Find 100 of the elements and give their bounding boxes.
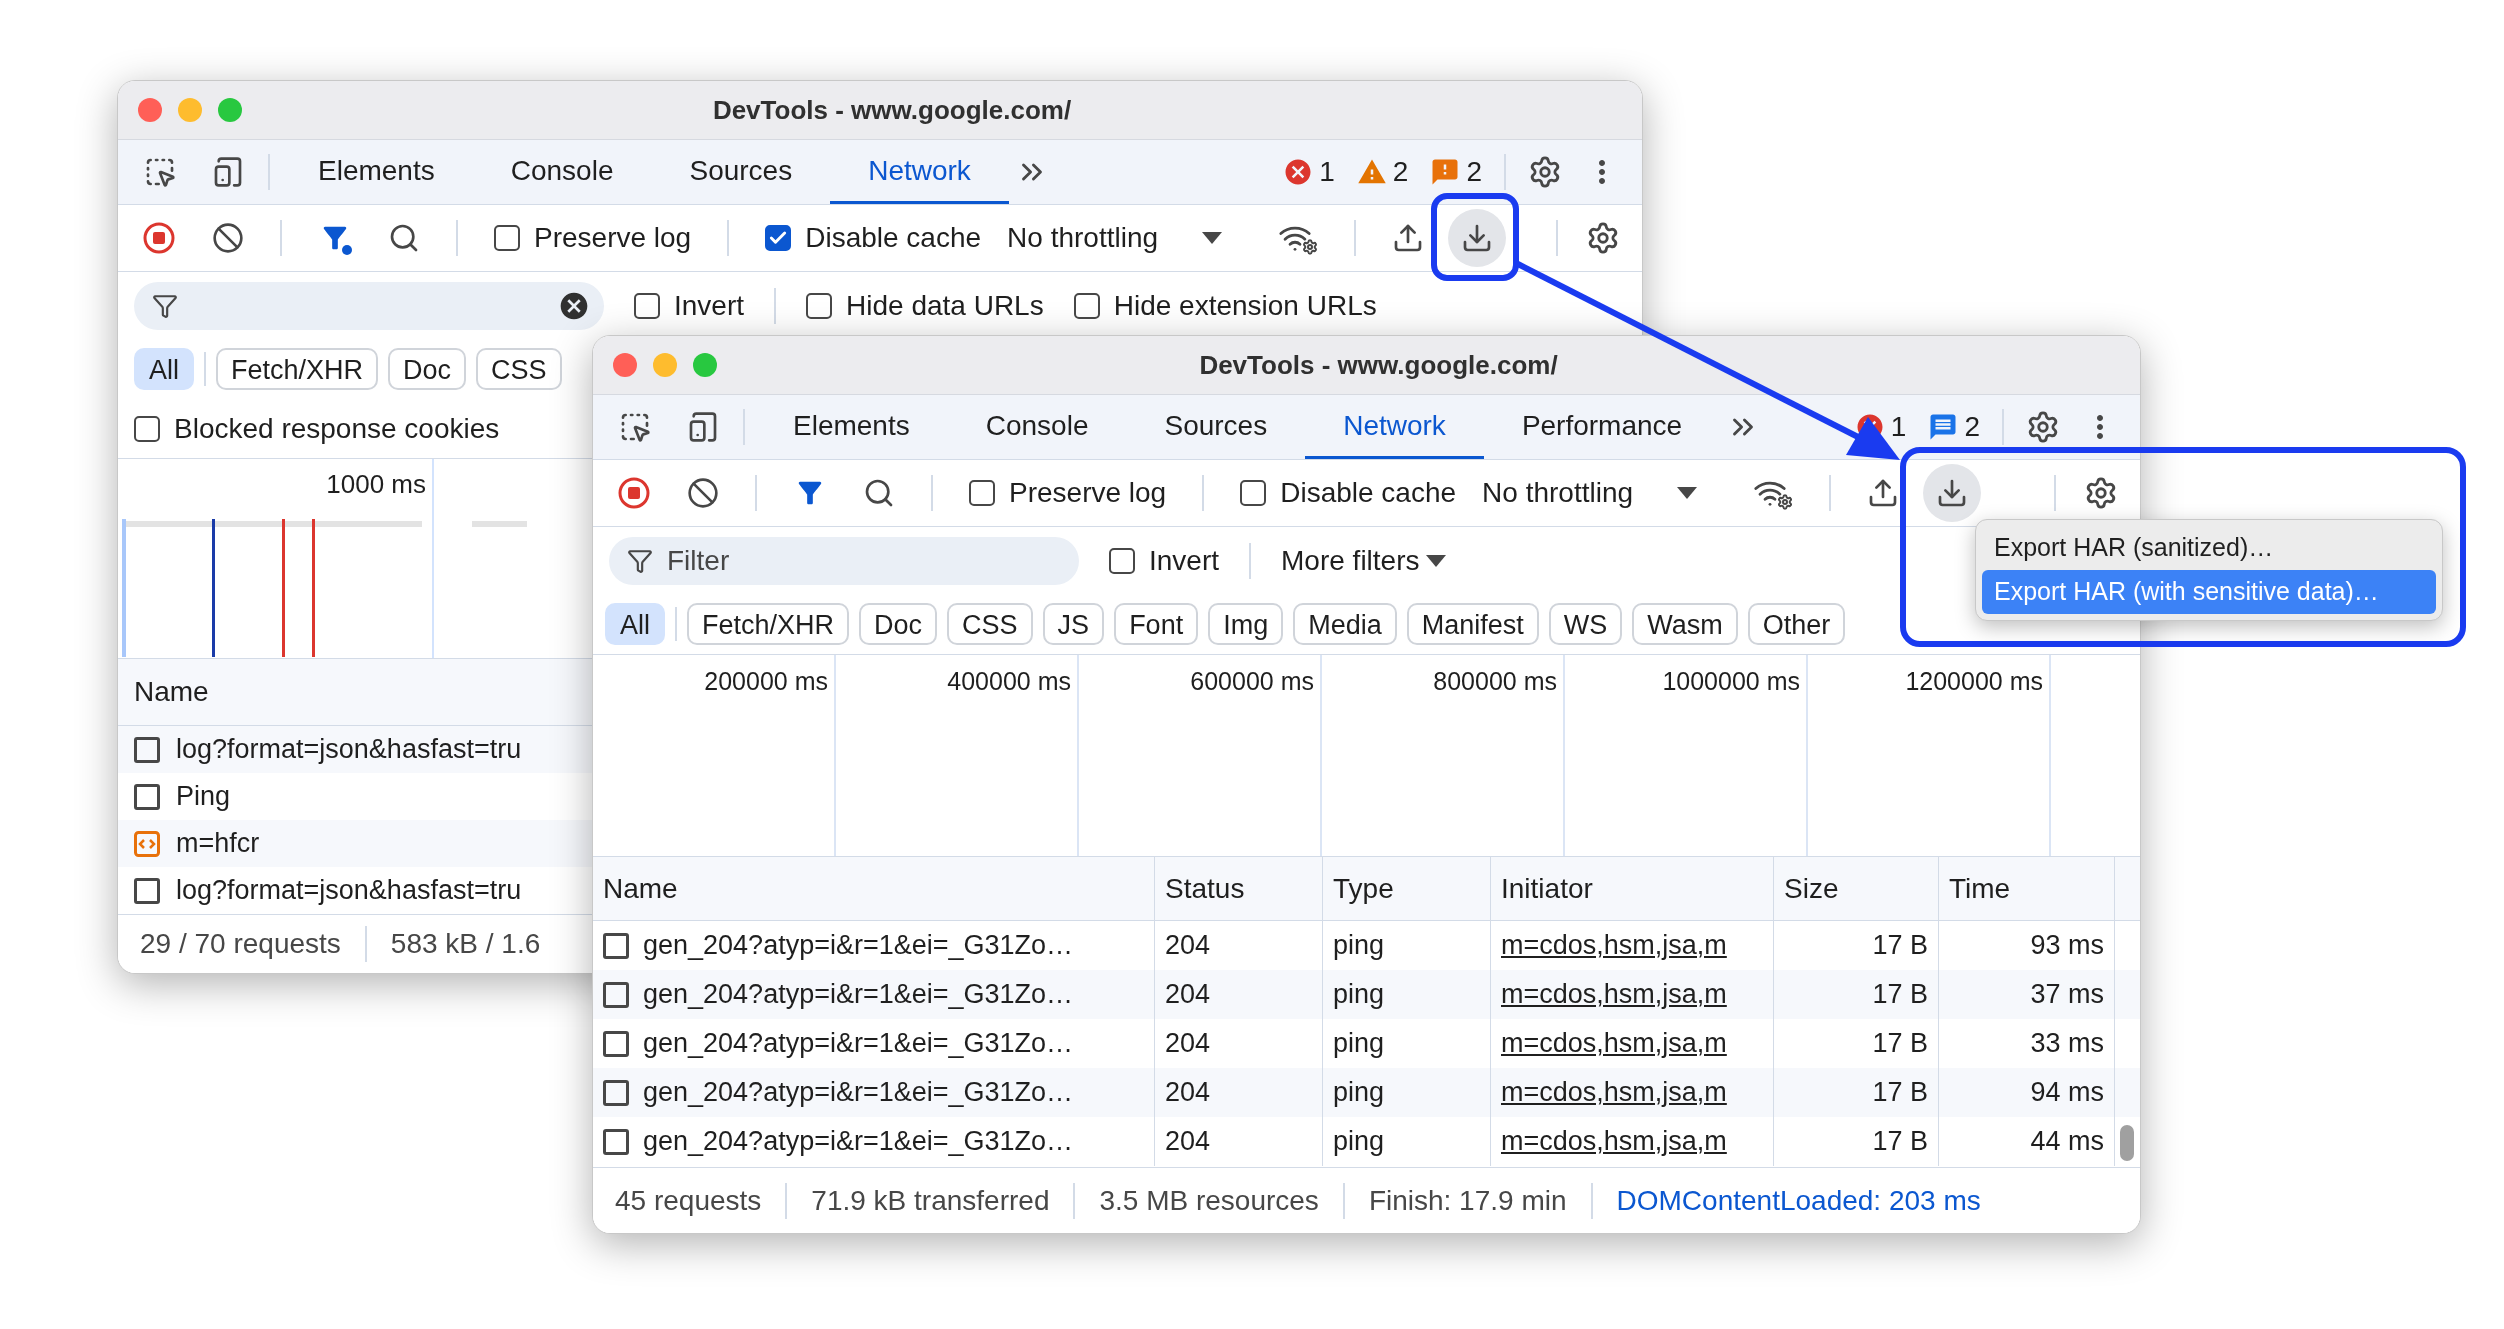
counter-text: 2 [1466, 155, 1482, 189]
column-header[interactable]: Type [1333, 867, 1394, 910]
table-cell-text: 17 B [1872, 929, 1928, 963]
close-window-button[interactable] [613, 353, 637, 377]
table-cell-text: 204 [1165, 978, 1211, 1012]
column-header[interactable]: Name [134, 671, 209, 713]
type-filter-chip[interactable]: CSS [947, 603, 1033, 645]
device-toolbar-icon[interactable] [687, 411, 719, 443]
table-cell[interactable]: gen_204?atyp=i&r=1&ei=_G31Zo… [643, 974, 1074, 1015]
checkbox[interactable] [494, 225, 520, 251]
checkbox[interactable] [969, 480, 995, 506]
filter-icon [627, 547, 653, 574]
file-icon [603, 1030, 629, 1057]
menu-item[interactable]: Export HAR (sanitized)… [1982, 526, 2436, 570]
status-text: 29 / 70 requests [140, 927, 341, 961]
filter-field[interactable]: Filter [609, 536, 1079, 585]
type-filter-chip[interactable]: Other [1747, 603, 1846, 645]
inspect-element-icon[interactable] [619, 411, 651, 443]
table-cell-text: 93 ms [2030, 929, 2104, 963]
table-cell[interactable]: gen_204?atyp=i&r=1&ei=_G31Zo… [643, 1023, 1074, 1064]
status-text[interactable]: DOMContentLoaded: 203 ms [1616, 1179, 1981, 1222]
request-name[interactable]: Ping [176, 776, 231, 817]
script-file-icon [134, 830, 160, 857]
panel-tab[interactable]: Elements [280, 140, 473, 204]
column-header[interactable]: Time [1949, 867, 2011, 910]
initiator-link[interactable]: m=cdos,hsm,jsa,m [1501, 1121, 1727, 1162]
column-header[interactable]: Name [603, 867, 678, 910]
counter-text: 2 [1964, 410, 1980, 444]
initiator-link[interactable]: m=cdos,hsm,jsa,m [1501, 1072, 1727, 1113]
table-cell[interactable]: gen_204?atyp=i&r=1&ei=_G31Zo… [643, 1121, 1074, 1162]
checkbox[interactable] [1240, 480, 1267, 506]
panel-tab[interactable]: Sources [1126, 395, 1306, 459]
scrollbar-thumb[interactable] [2120, 1125, 2134, 1161]
initiator-link[interactable]: m=cdos,hsm,jsa,m [1501, 1023, 1727, 1064]
search-icon[interactable] [863, 477, 895, 509]
checkbox[interactable] [134, 415, 160, 442]
table-cell-text: 37 ms [2030, 978, 2104, 1012]
inspect-element-icon[interactable] [144, 156, 176, 188]
checkbox[interactable] [1073, 292, 1100, 319]
more-filters-dropdown[interactable]: More filters [1281, 539, 1446, 582]
checkbox-label: Hide extension URLs [1113, 288, 1377, 323]
request-name[interactable]: log?format=json&hasfast=tru [176, 870, 522, 911]
checkbox[interactable] [806, 292, 833, 319]
menu-item[interactable]: Export HAR (with sensitive data)… [1982, 570, 2436, 614]
type-filter-chip[interactable]: Manifest [1406, 603, 1539, 645]
table-cell-text: 204 [1165, 1076, 1211, 1110]
stop-recording-icon[interactable] [617, 476, 651, 510]
throttling-select[interactable]: No throttling [1007, 217, 1243, 259]
type-filter-chip[interactable]: CSS [476, 348, 562, 390]
panel-tab[interactable]: Elements [755, 395, 948, 459]
panel-tab[interactable]: Console [947, 395, 1127, 459]
type-filter-chip[interactable]: Media [1293, 603, 1397, 645]
checkbox[interactable] [765, 225, 792, 251]
type-filter-chip[interactable]: All [134, 348, 194, 390]
status-text: Finish: 17.9 min [1368, 1183, 1567, 1218]
column-header[interactable]: Initiator [1501, 867, 1593, 910]
clear-icon[interactable] [687, 477, 719, 509]
clear-icon[interactable] [212, 222, 244, 254]
table-cell-text: ping [1333, 929, 1385, 963]
stop-recording-icon[interactable] [142, 221, 176, 255]
search-icon[interactable] [388, 222, 420, 254]
checkbox-label: Disable cache [1280, 476, 1457, 510]
close-window-button[interactable] [138, 98, 162, 122]
network-settings-icon[interactable] [1586, 221, 1620, 255]
panel-tab[interactable]: Console [472, 140, 652, 204]
request-name[interactable]: m=hfcr [176, 823, 260, 864]
table-cell-text: ping [1333, 1076, 1385, 1110]
column-header[interactable]: Size [1784, 867, 1839, 910]
status-text: 71.9 kB transferred [811, 1183, 1050, 1218]
filter-icon [152, 292, 178, 319]
network-settings-icon[interactable] [2084, 476, 2118, 510]
caret-icon [1677, 487, 1698, 499]
type-filter-chip[interactable]: JS [1042, 603, 1105, 645]
type-filter-chip[interactable]: Doc [859, 603, 938, 645]
settings-icon[interactable] [1528, 155, 1562, 189]
table-cell[interactable]: gen_204?atyp=i&r=1&ei=_G31Zo… [643, 925, 1074, 966]
panel-tab[interactable]: Sources [651, 140, 831, 204]
type-filter-chip[interactable]: Wasm [1632, 603, 1738, 645]
checkbox[interactable] [1109, 547, 1135, 574]
initiator-link[interactable]: m=cdos,hsm,jsa,m [1501, 925, 1727, 966]
checkbox[interactable] [634, 292, 660, 319]
initiator-link[interactable]: m=cdos,hsm,jsa,m [1501, 974, 1727, 1015]
type-filter-chip[interactable]: Fetch/XHR [687, 603, 850, 645]
timeline-label: 1000000 ms [1662, 666, 1800, 697]
filter-field[interactable] [134, 281, 604, 330]
device-toolbar-icon[interactable] [212, 156, 244, 188]
column-header[interactable]: Status [1165, 867, 1245, 910]
timeline-label: 1000 ms [326, 468, 426, 497]
type-filter-chip[interactable]: Fetch/XHR [216, 348, 379, 390]
type-filter-chip[interactable]: Font [1114, 603, 1199, 645]
type-filter-chip[interactable]: Doc [388, 348, 467, 390]
type-filter-chip[interactable]: All [605, 603, 665, 645]
type-filter-chip[interactable]: WS [1548, 603, 1623, 645]
timeline-label: 600000 ms [1190, 666, 1314, 697]
settings-icon[interactable] [2026, 410, 2060, 444]
throttling-select[interactable]: No throttling [1482, 472, 1718, 514]
type-filter-chip[interactable]: Img [1208, 603, 1284, 645]
panel-tab[interactable]: Performance [1483, 395, 1721, 459]
timeline-label: 1200000 ms [1905, 666, 2043, 697]
table-cell[interactable]: gen_204?atyp=i&r=1&ei=_G31Zo… [643, 1072, 1074, 1113]
